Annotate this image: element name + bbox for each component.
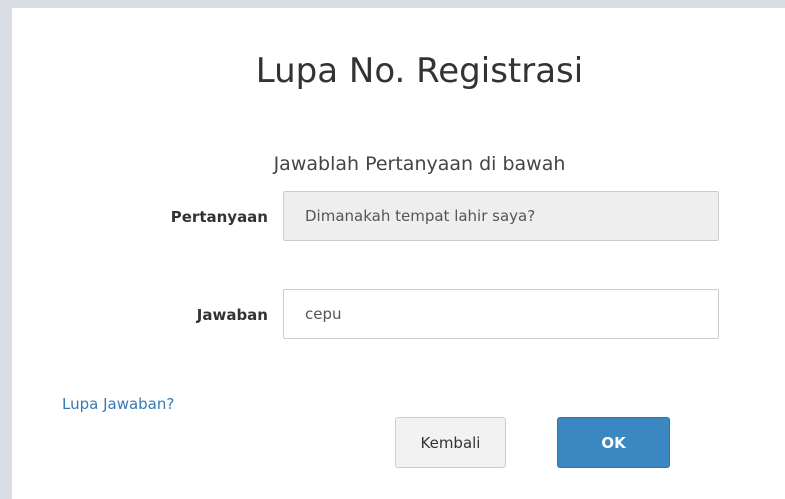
ok-button[interactable]: OK (557, 417, 670, 468)
answer-label: Jawaban (196, 306, 268, 324)
security-question-field: Dimanakah tempat lahir saya? (283, 191, 719, 241)
back-button[interactable]: Kembali (395, 417, 506, 468)
instruction-text: Jawablah Pertanyaan di bawah (273, 153, 566, 175)
forgot-answer-link[interactable]: Lupa Jawaban? (62, 394, 174, 414)
answer-input[interactable] (283, 289, 719, 339)
question-label: Pertanyaan (170, 208, 268, 226)
forgot-registration-dialog: Lupa No. Registrasi Jawablah Pertanyaan … (12, 8, 785, 499)
page-title: Lupa No. Registrasi (255, 51, 584, 91)
